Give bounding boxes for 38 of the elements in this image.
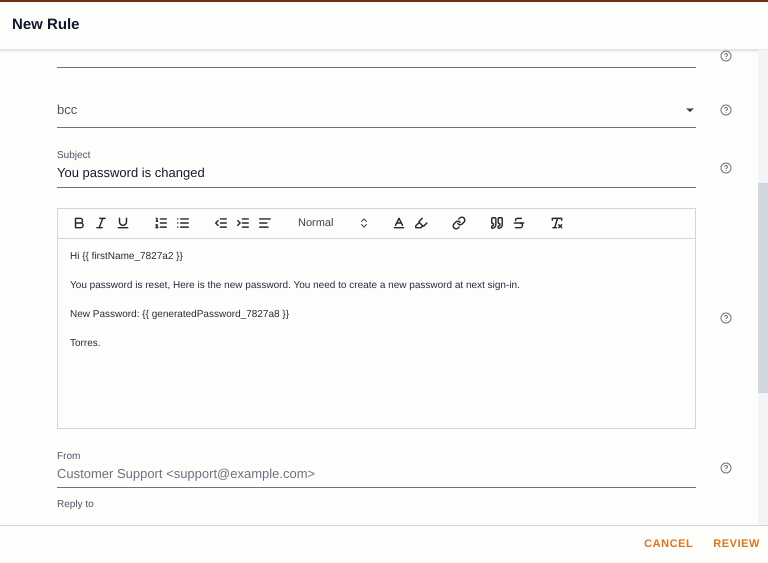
field-placeholder: Customer Support <support@example.com>: [57, 464, 316, 483]
select-field[interactable]: bcc: [57, 92, 696, 128]
editor-text: Torres.: [70, 336, 102, 350]
editor-text: You password is reset, Here is the new password. You need to create a new password at next sign-in.: [70, 278, 521, 292]
field-value: You password is changed: [57, 164, 206, 182]
italic-icon: [94, 216, 108, 230]
field-label: From: [57, 450, 82, 464]
help-icon[interactable]: [720, 104, 732, 116]
bullet-list-icon: [176, 216, 190, 230]
style-dropdown[interactable]: Normal: [298, 214, 370, 232]
highlight-icon: [414, 216, 428, 230]
underline-icon: [116, 216, 130, 230]
text-color-icon: [392, 216, 406, 230]
scrollbar[interactable]: [758, 50, 768, 525]
bold-icon: [72, 216, 86, 230]
link-button[interactable]: [450, 214, 468, 232]
field-label: Reply to: [57, 500, 95, 510]
clear-format-icon: [550, 216, 564, 230]
quote-icon: [490, 216, 504, 230]
field-label: Subject: [57, 149, 92, 163]
outdent-icon: [214, 216, 228, 230]
align-icon: [258, 216, 272, 230]
help-icon[interactable]: [720, 312, 732, 324]
input-field[interactable]: Subject You password is changed: [57, 148, 696, 188]
help-icon[interactable]: [720, 50, 732, 62]
dialog-title: New Rule: [12, 15, 80, 36]
up-down-caret-icon: [358, 217, 370, 229]
indent-icon: [236, 216, 250, 230]
rich-text-editor[interactable]: Normal Hi {{ firstName_7827a2 }} You password is reset, Here is the new password. You need to create a new password at next sign-in. New Password: {{ generatedPassword_7827a8 }} Torres.: [57, 208, 696, 428]
ordered-list-icon: [154, 216, 168, 230]
quote-button[interactable]: [488, 214, 506, 232]
help-icon[interactable]: [720, 162, 732, 174]
editor-text: New Password: {{ generatedPassword_7827a8 }}: [70, 308, 290, 322]
link-icon: [452, 216, 466, 230]
editor-text: Hi {{ firstName_7827a2 }}: [70, 250, 184, 264]
input-field[interactable]: From Customer Support <support@example.com>: [57, 448, 696, 488]
strikethrough-icon: [512, 216, 526, 230]
help-icon[interactable]: [720, 462, 732, 474]
